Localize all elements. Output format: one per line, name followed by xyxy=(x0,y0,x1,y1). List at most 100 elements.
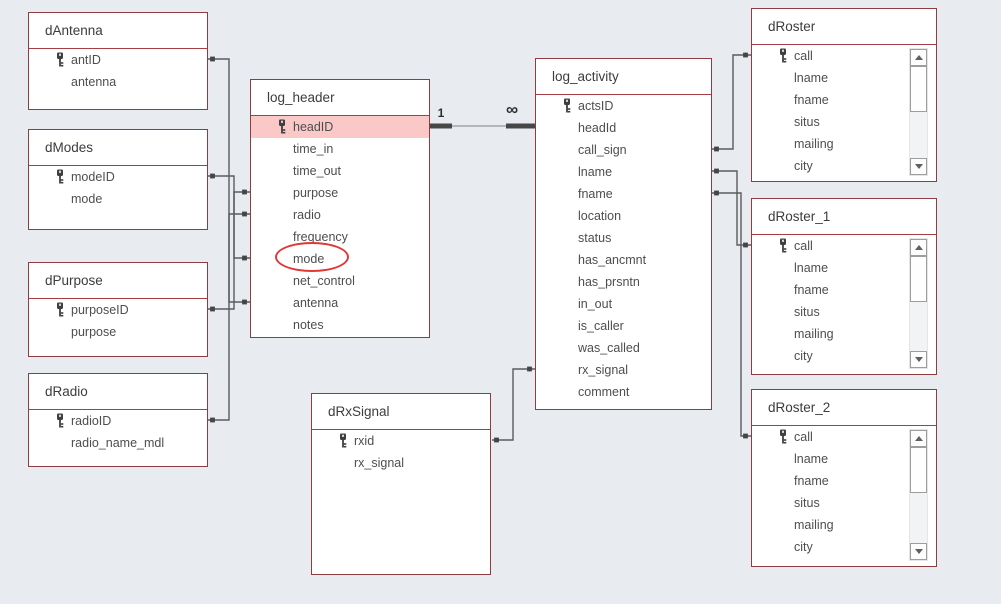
field-status[interactable]: status xyxy=(536,227,711,249)
field-antenna[interactable]: antenna xyxy=(29,71,207,93)
field-mode[interactable]: mode xyxy=(29,188,207,210)
table-title[interactable]: dRoster_2 xyxy=(752,390,936,426)
field-purpose[interactable]: purpose xyxy=(29,321,207,343)
field-rx_signal[interactable]: rx_signal xyxy=(312,452,490,474)
field-actsID[interactable]: actsID xyxy=(536,95,711,117)
table-title[interactable]: dRoster xyxy=(752,9,936,45)
table-dAntenna[interactable]: dAntenna antID antenna xyxy=(28,12,208,110)
table-title[interactable]: dModes xyxy=(29,130,207,166)
table-dPurpose[interactable]: dPurpose purposeID purpose xyxy=(28,262,208,357)
field-name: radioID xyxy=(71,413,112,428)
field-name: situs xyxy=(794,114,820,129)
relationship-line-dRadio.radioID-log_header.radio[interactable] xyxy=(208,211,250,423)
table-title[interactable]: dRoster_1 xyxy=(752,199,936,235)
field-name: mailing xyxy=(794,326,834,341)
field-name: city xyxy=(794,158,813,173)
field-has_prsntn[interactable]: has_prsntn xyxy=(536,271,711,293)
table-dRadio[interactable]: dRadio radioID radio_name_mdl xyxy=(28,373,208,467)
table-title[interactable]: log_activity xyxy=(536,59,711,95)
vertical-scrollbar[interactable] xyxy=(909,48,928,176)
primary-key-icon xyxy=(55,302,65,317)
vertical-scrollbar[interactable] xyxy=(909,238,928,369)
field-is_caller[interactable]: is_caller xyxy=(536,315,711,337)
field-name: was_called xyxy=(578,340,640,355)
field-net_control[interactable]: net_control xyxy=(251,270,429,292)
field-notes[interactable]: notes xyxy=(251,314,429,336)
field-radio[interactable]: radio xyxy=(251,204,429,226)
field-name: status xyxy=(578,230,612,245)
table-title[interactable]: log_header xyxy=(251,80,429,116)
scroll-up-button[interactable] xyxy=(910,239,927,256)
table-title[interactable]: dRadio xyxy=(29,374,207,410)
table-title[interactable]: dPurpose xyxy=(29,263,207,299)
field-headId[interactable]: headId xyxy=(536,117,711,139)
field-purpose[interactable]: purpose xyxy=(251,182,429,204)
field-has_ancmnt[interactable]: has_ancmnt xyxy=(536,249,711,271)
field-was_called[interactable]: was_called xyxy=(536,337,711,359)
scroll-up-button[interactable] xyxy=(910,430,927,447)
field-radioID[interactable]: radioID xyxy=(29,410,207,432)
field-name: city xyxy=(794,539,813,554)
field-antID[interactable]: antID xyxy=(29,49,207,71)
table-dRoster_1[interactable]: dRoster_1 call lname fname situs mailing city xyxy=(751,198,937,375)
field-name: rx_signal xyxy=(578,362,629,377)
field-rxid[interactable]: rxid xyxy=(312,430,490,452)
relationship-line-log_header.headID-log_activity.headId[interactable] xyxy=(430,123,535,129)
relationship-line-log_activity.lname-dRoster_1.call[interactable] xyxy=(712,168,751,248)
relationship-line-log_activity.fname-dRoster_2.call[interactable] xyxy=(712,190,751,439)
field-frequency[interactable]: frequency xyxy=(251,226,429,248)
field-comment[interactable]: comment xyxy=(536,381,711,403)
scroll-down-button[interactable] xyxy=(910,351,927,368)
scroll-down-button[interactable] xyxy=(910,543,927,560)
field-list: radioID radio_name_mdl xyxy=(29,410,207,454)
field-rx_signal[interactable]: rx_signal xyxy=(536,359,711,381)
field-time_in[interactable]: time_in xyxy=(251,138,429,160)
table-dRoster[interactable]: dRoster call lname fname situs mailing city xyxy=(751,8,937,182)
primary-key-icon xyxy=(562,98,572,113)
field-in_out[interactable]: in_out xyxy=(536,293,711,315)
field-list: rxid rx_signal xyxy=(312,430,490,474)
vertical-scrollbar[interactable] xyxy=(909,429,928,561)
scroll-up-button[interactable] xyxy=(910,49,927,66)
field-modeID[interactable]: modeID xyxy=(29,166,207,188)
field-lname[interactable]: lname xyxy=(536,161,711,183)
field-name: fname xyxy=(794,92,829,107)
field-radio_name_mdl[interactable]: radio_name_mdl xyxy=(29,432,207,454)
scroll-down-button[interactable] xyxy=(910,158,927,175)
field-call_sign[interactable]: call_sign xyxy=(536,139,711,161)
primary-key-icon xyxy=(55,413,65,428)
field-name: time_out xyxy=(293,163,341,178)
field-headID[interactable]: headID xyxy=(251,115,429,138)
field-name: fname xyxy=(794,473,829,488)
scrollbar-thumb[interactable] xyxy=(910,66,927,112)
scrollbar-thumb[interactable] xyxy=(910,256,927,302)
field-name: fname xyxy=(794,282,829,297)
table-dRxSignal[interactable]: dRxSignal rxid rx_signal xyxy=(311,393,491,575)
field-fname[interactable]: fname xyxy=(536,183,711,205)
table-dRoster_2[interactable]: dRoster_2 call lname fname situs mailing city xyxy=(751,389,937,567)
scrollbar-thumb[interactable] xyxy=(910,447,927,493)
primary-key-icon xyxy=(338,433,348,448)
relationship-line-dRxSignal.rxid-log_activity.rx_signal[interactable] xyxy=(492,366,535,443)
field-name: antenna xyxy=(293,295,339,310)
field-name: mailing xyxy=(794,136,834,151)
field-name: headId xyxy=(578,120,617,135)
field-time_out[interactable]: time_out xyxy=(251,160,429,182)
field-name: lname xyxy=(794,451,829,466)
field-list: modeID mode xyxy=(29,166,207,210)
table-title[interactable]: dAntenna xyxy=(29,13,207,49)
field-name: call xyxy=(794,48,813,63)
triangle-up-icon xyxy=(914,55,923,60)
field-name: time_in xyxy=(293,141,334,156)
field-location[interactable]: location xyxy=(536,205,711,227)
table-log_header[interactable]: log_header headID time_in time_outpurpose ra… xyxy=(250,79,430,338)
field-antenna[interactable]: antenna xyxy=(251,292,429,314)
relationship-line-log_activity.call_sign-dRoster.call[interactable] xyxy=(712,52,751,152)
table-title[interactable]: dRxSignal xyxy=(312,394,490,430)
table-log_activity[interactable]: log_activity actsID headId call_sign lname fn… xyxy=(535,58,712,410)
field-name: situs xyxy=(794,495,820,510)
table-dModes[interactable]: dModes modeID mode xyxy=(28,129,208,230)
field-name: rxid xyxy=(354,433,375,448)
field-purposeID[interactable]: purposeID xyxy=(29,299,207,321)
field-name: radio_name_mdl xyxy=(71,435,165,450)
